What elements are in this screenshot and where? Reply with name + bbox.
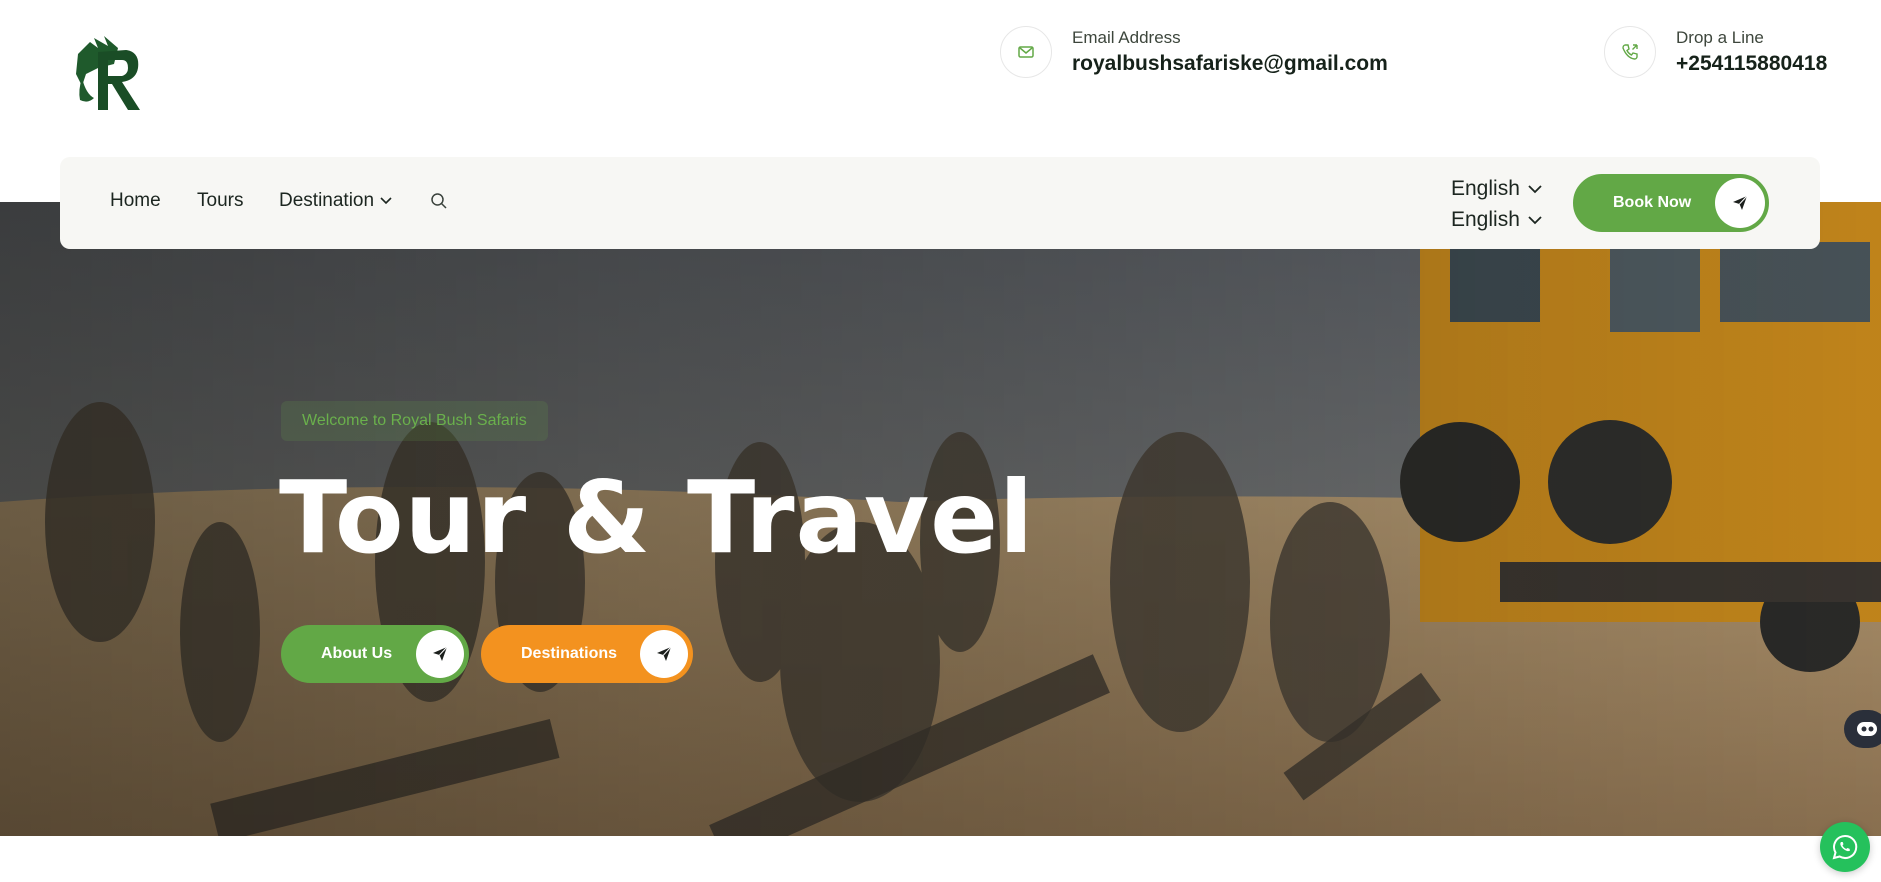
language-label-2: English	[1451, 208, 1520, 231]
chevron-down-icon	[1528, 184, 1542, 193]
chevron-down-icon	[1528, 215, 1542, 224]
email-label: Email Address	[1072, 28, 1181, 47]
book-now-label: Book Now	[1613, 194, 1692, 211]
email-contact[interactable]: Email Address royalbushsafariske@gmail.c…	[1000, 26, 1388, 78]
language-select-2[interactable]: English	[1451, 208, 1542, 232]
paper-plane-icon	[640, 630, 688, 678]
envelope-icon	[1018, 46, 1034, 58]
search-button[interactable]	[430, 192, 448, 215]
hero-title: Tour & Travel	[279, 459, 1035, 576]
welcome-badge: Welcome to Royal Bush Safaris	[281, 401, 548, 441]
whatsapp-icon	[1832, 834, 1858, 860]
chat-bot-button[interactable]	[1844, 710, 1881, 748]
next-section	[0, 836, 1881, 882]
chat-bot-icon	[1857, 722, 1877, 736]
phone-value[interactable]: +254115880418	[1676, 52, 1827, 76]
about-us-button[interactable]: About Us	[281, 625, 469, 683]
nav-item-tours[interactable]: Tours	[197, 190, 243, 212]
search-icon	[431, 193, 447, 209]
destinations-label: Destinations	[521, 645, 618, 662]
phone-label: Drop a Line	[1676, 28, 1764, 47]
nav-item-destination[interactable]: Destination	[279, 190, 392, 212]
about-us-label: About Us	[321, 645, 393, 662]
lion-logo-icon	[76, 36, 140, 110]
language-label-1: English	[1451, 177, 1520, 200]
top-header: Email Address royalbushsafariske@gmail.c…	[0, 0, 1881, 158]
whatsapp-button[interactable]	[1820, 822, 1870, 872]
main-navbar: Home Tours Destination English English B…	[60, 157, 1820, 249]
book-now-button[interactable]: Book Now	[1573, 174, 1769, 232]
email-icon-circle	[1000, 26, 1052, 78]
email-value[interactable]: royalbushsafariske@gmail.com	[1072, 52, 1388, 76]
nav-item-home[interactable]: Home	[110, 190, 161, 212]
nav-item-destination-label: Destination	[279, 190, 375, 211]
language-select-1[interactable]: English	[1451, 177, 1542, 201]
phone-icon-circle	[1604, 26, 1656, 78]
site-logo[interactable]	[68, 34, 154, 118]
paper-plane-icon	[1715, 178, 1765, 228]
destinations-button[interactable]: Destinations	[481, 625, 693, 683]
chevron-down-icon	[380, 197, 392, 205]
phone-icon	[1622, 44, 1638, 60]
phone-contact[interactable]: Drop a Line +254115880418	[1604, 26, 1827, 78]
paper-plane-icon	[416, 630, 464, 678]
